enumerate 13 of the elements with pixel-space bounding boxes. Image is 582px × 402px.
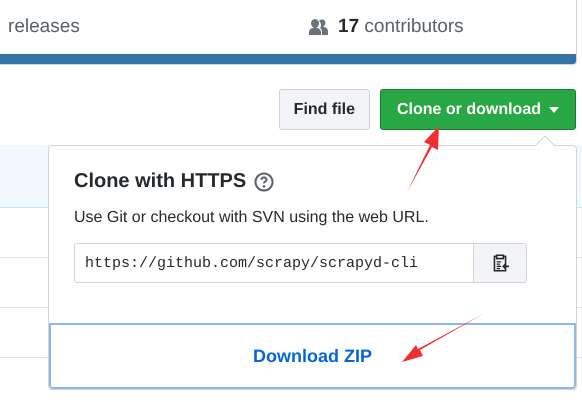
copy-button[interactable] — [474, 243, 527, 283]
contributors-link[interactable]: 17 contributors — [338, 16, 464, 38]
annotation-arrow — [407, 126, 439, 192]
download-zip-link[interactable]: Download ZIP — [253, 346, 372, 366]
find-file-button[interactable]: Find file — [278, 89, 370, 130]
releases-link[interactable]: releases — [8, 16, 306, 38]
clipboard-icon — [491, 253, 509, 273]
popup-title: Clone with HTTPS — [74, 170, 246, 193]
caret-icon — [549, 106, 559, 112]
people-icon — [306, 19, 330, 35]
url-field[interactable]: https://github.com/scrapy/scrapyd-cli — [74, 243, 474, 283]
help-icon[interactable] — [254, 172, 274, 192]
popup-description: Use Git or checkout with SVN using the web URL. — [74, 209, 430, 227]
